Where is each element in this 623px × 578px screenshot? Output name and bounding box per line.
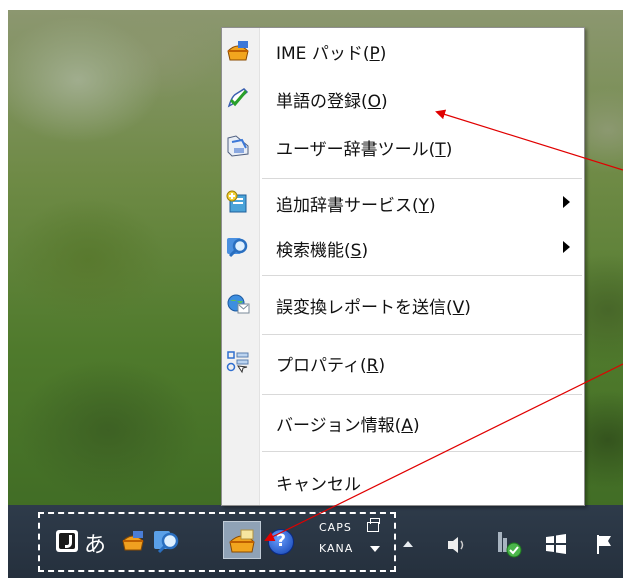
menu-item-properties[interactable]: プロパティ(R) (222, 346, 584, 378)
ime-pad-icon (226, 38, 250, 62)
highlight-box-ime-toolbar (38, 512, 396, 572)
search-function-icon (226, 235, 250, 259)
menu-item-accelerator: V (452, 298, 465, 318)
menu-item-accelerator: P (369, 44, 380, 64)
report-globe-icon (226, 292, 250, 316)
menu-item-cancel[interactable]: キャンセル (222, 465, 584, 497)
menu-item-accelerator: A (401, 416, 413, 436)
windows-icon[interactable] (545, 534, 567, 554)
menu-item-label: 誤変換レポートを送信( (276, 298, 453, 318)
menu-item-label: バージョン情報( (276, 416, 402, 436)
menu-item-additional-dictionary-service[interactable]: 追加辞書サービス(Y) (222, 186, 584, 218)
submenu-arrow-icon (563, 196, 570, 208)
menu-separator (262, 334, 582, 335)
menu-item-accelerator: Y (418, 196, 430, 216)
add-dictionary-icon (226, 190, 250, 214)
menu-item-label: 検索機能( (276, 241, 351, 261)
menu-item-label-suffix: ) (379, 44, 387, 64)
ime-context-menu: IME パッド(P) 単語の登録(O) ユーザー辞書ツール(T) 追加辞書サービ… (221, 27, 585, 506)
menu-item-word-register[interactable]: 単語の登録(O) (222, 82, 584, 114)
menu-item-label-suffix: ) (464, 298, 471, 318)
menu-item-label: ユーザー辞書ツール( (276, 140, 436, 160)
menu-item-version-info[interactable]: バージョン情報(A) (222, 406, 584, 438)
menu-item-accelerator: S (350, 241, 362, 261)
menu-separator (262, 394, 582, 395)
menu-item-accelerator: T (435, 140, 446, 160)
menu-item-user-dictionary-tool[interactable]: ユーザー辞書ツール(T) (222, 130, 584, 162)
menu-separator (262, 451, 582, 452)
dictionary-tool-icon (226, 134, 250, 158)
menu-separator (262, 178, 582, 179)
menu-item-label-suffix: ) (412, 416, 420, 436)
menu-item-label-suffix: ) (378, 356, 386, 376)
menu-item-label: IME パッド( (276, 44, 370, 64)
submenu-arrow-icon (563, 241, 570, 253)
flag-icon[interactable] (594, 533, 616, 555)
properties-icon (226, 350, 250, 374)
menu-item-accelerator: R (366, 356, 379, 376)
menu-item-send-conversion-report[interactable]: 誤変換レポートを送信(V) (222, 288, 584, 320)
network-icon[interactable] (494, 530, 522, 558)
menu-item-ime-pad[interactable]: IME パッド(P) (222, 34, 584, 66)
speaker-icon[interactable] (446, 535, 468, 555)
menu-item-label: 追加辞書サービス( (276, 196, 419, 216)
menu-item-accelerator: O (367, 92, 382, 112)
menu-item-label-suffix: ) (381, 92, 388, 112)
menu-separator (262, 275, 582, 276)
show-hidden-icons-arrow[interactable] (403, 541, 413, 547)
menu-item-label: 単語の登録( (276, 92, 368, 112)
menu-item-label-suffix: ) (429, 196, 436, 216)
menu-item-search-function[interactable]: 検索機能(S) (222, 231, 584, 263)
menu-item-label: キャンセル (276, 475, 361, 495)
menu-item-label: プロパティ( (276, 356, 367, 376)
menu-item-label-suffix: ) (445, 140, 453, 160)
checkmark-pen-icon (226, 86, 250, 110)
menu-item-label-suffix: ) (361, 241, 369, 261)
